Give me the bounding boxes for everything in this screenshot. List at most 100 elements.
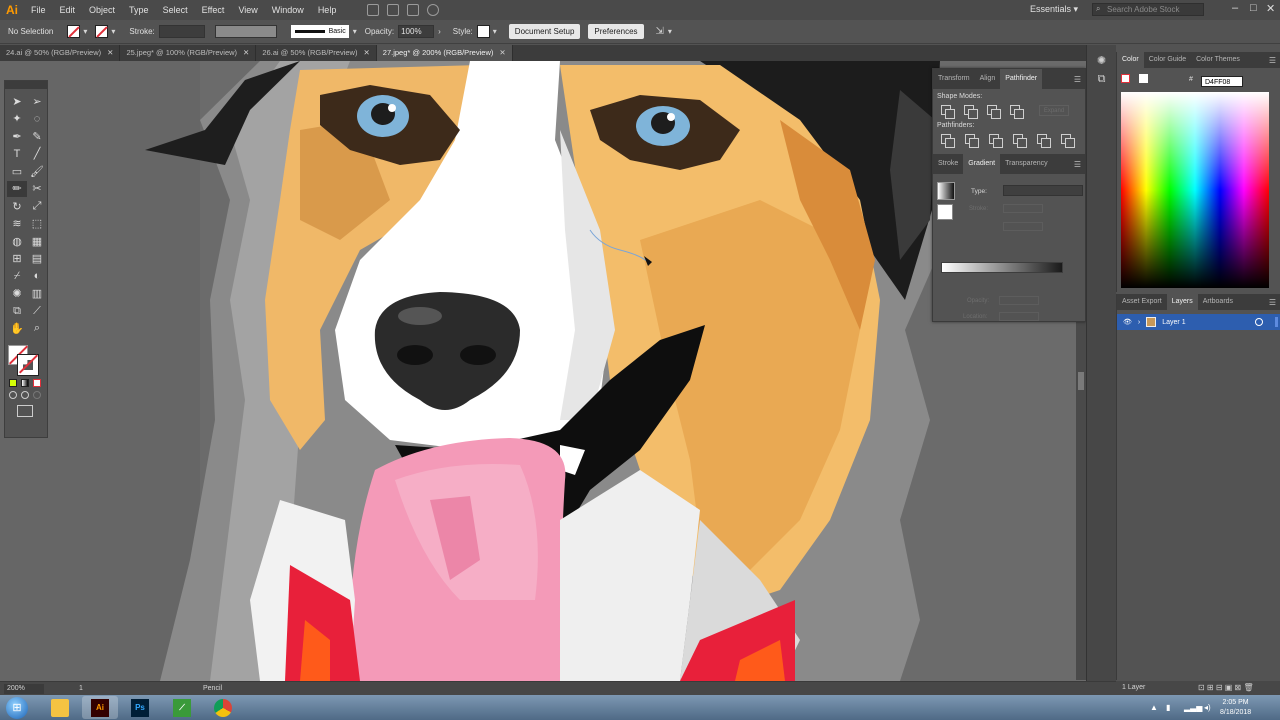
minus-back-icon[interactable] xyxy=(1061,134,1075,148)
menu-object[interactable]: Object xyxy=(82,0,122,20)
chevron-down-icon[interactable]: ▾ xyxy=(111,27,115,36)
rotate-tool-icon[interactable]: ↻ xyxy=(7,198,27,215)
chevron-right-icon[interactable]: › xyxy=(438,27,441,36)
eyedropper-tool-icon[interactable]: ⌿ xyxy=(7,268,27,285)
color-none-swatch[interactable] xyxy=(1121,74,1130,83)
chevron-down-icon[interactable]: ▾ xyxy=(353,27,357,36)
panel-menu-icon[interactable]: ☰ xyxy=(1074,75,1081,84)
hand-tool-icon[interactable]: ✋ xyxy=(7,321,27,338)
close-icon[interactable]: ✕ xyxy=(1266,2,1275,15)
menu-view[interactable]: View xyxy=(231,0,264,20)
chevron-right-icon[interactable]: › xyxy=(1138,319,1140,326)
magic-wand-tool-icon[interactable]: ✦ xyxy=(7,111,27,128)
stop-location-field[interactable] xyxy=(999,312,1039,321)
type-tool-icon[interactable]: T xyxy=(7,146,27,163)
tab-transparency[interactable]: Transparency xyxy=(1000,154,1053,174)
paintbrush-tool-icon[interactable]: 🖌 xyxy=(27,163,47,180)
taskbar-edge-animate[interactable]: ⟋ xyxy=(164,696,200,719)
none-mode-icon[interactable] xyxy=(33,379,41,387)
artboard-canvas[interactable] xyxy=(0,61,1086,681)
selection-tool-icon[interactable]: ➤ xyxy=(7,93,27,110)
gradient-type-select[interactable] xyxy=(1003,185,1083,196)
symbol-sprayer-tool-icon[interactable]: ✺ xyxy=(7,286,27,303)
divide-icon[interactable] xyxy=(941,134,955,148)
fill-swatch[interactable] xyxy=(67,25,81,38)
stock-icon[interactable] xyxy=(387,4,400,16)
hex-input[interactable]: D4FF08 xyxy=(1201,76,1243,87)
taskbar-illustrator[interactable]: Ai xyxy=(82,696,118,719)
zoom-field[interactable]: 200% xyxy=(4,684,44,694)
column-graph-tool-icon[interactable]: ▥ xyxy=(27,286,47,303)
menu-help[interactable]: Help xyxy=(311,0,344,20)
start-button[interactable]: ⊞ xyxy=(6,697,28,719)
panel-menu-icon[interactable]: ☰ xyxy=(1074,160,1081,169)
tools-panel-header[interactable] xyxy=(5,81,47,89)
menu-window[interactable]: Window xyxy=(265,0,311,20)
close-icon[interactable]: ✕ xyxy=(243,45,249,61)
perspective-grid-tool-icon[interactable]: ▦ xyxy=(27,233,47,250)
zoom-tool-icon[interactable]: ⌕ xyxy=(27,321,47,338)
tray-network-icon[interactable]: ▮ xyxy=(1166,703,1170,712)
tab-layers[interactable]: Layers xyxy=(1166,294,1198,310)
outline-icon[interactable] xyxy=(1037,134,1051,148)
eye-icon[interactable]: 👁 xyxy=(1123,318,1132,326)
fill-stroke-widget[interactable] xyxy=(5,343,47,379)
panel-menu-icon[interactable]: ☰ xyxy=(1269,298,1276,307)
gradient-slider[interactable] xyxy=(941,262,1063,273)
angle-field[interactable] xyxy=(1003,204,1043,213)
graphic-style-swatch[interactable] xyxy=(476,25,490,38)
tab-stroke[interactable]: Stroke xyxy=(933,154,963,174)
draw-behind-icon[interactable] xyxy=(21,391,29,399)
line-tool-icon[interactable]: ╱ xyxy=(27,146,47,163)
pen-tool-icon[interactable]: ✒ xyxy=(7,128,27,145)
slice-tool-icon[interactable]: ⟋ xyxy=(27,303,47,320)
chevron-down-icon[interactable]: ▾ xyxy=(668,27,672,36)
gradient-tool-icon[interactable]: ▤ xyxy=(27,251,47,268)
scrollbar-thumb[interactable] xyxy=(1078,372,1084,390)
arrange-documents-icon[interactable] xyxy=(407,4,420,16)
draw-normal-icon[interactable] xyxy=(9,391,17,399)
blend-tool-icon[interactable]: ◐ xyxy=(27,268,47,285)
layer-name[interactable]: Layer 1 xyxy=(1162,319,1185,326)
direct-selection-tool-icon[interactable]: ➢ xyxy=(27,93,47,110)
taskbar-explorer[interactable] xyxy=(42,696,78,719)
swatches-panel-icon[interactable]: ⧉ xyxy=(1095,72,1109,86)
lasso-tool-icon[interactable]: ◌ xyxy=(27,111,47,128)
tab-pathfinder[interactable]: Pathfinder xyxy=(1000,69,1043,89)
tab-24-ai[interactable]: 24.ai @ 50% (RGB/Preview) ✕ xyxy=(0,45,121,61)
color-panel-icon[interactable]: ✺ xyxy=(1095,54,1109,68)
mesh-tool-icon[interactable]: ⊞ xyxy=(7,251,27,268)
tab-27-jpeg[interactable]: 27.jpeg* @ 200% (RGB/Preview) ✕ xyxy=(376,45,513,61)
stop-opacity-field[interactable] xyxy=(999,296,1039,305)
shape-builder-tool-icon[interactable]: ◍ xyxy=(7,233,27,250)
tab-transform[interactable]: Transform xyxy=(933,69,975,89)
workspace-switcher[interactable]: Essentials ▾ xyxy=(1030,4,1078,15)
opacity-field[interactable]: 100% xyxy=(398,25,435,38)
maximize-icon[interactable]: □ xyxy=(1250,2,1257,14)
chevron-down-icon[interactable]: ▾ xyxy=(83,27,87,36)
gradient-mode-icon[interactable] xyxy=(21,379,29,387)
panel-menu-icon[interactable]: ☰ xyxy=(1269,56,1276,65)
expand-button[interactable]: Expand xyxy=(1039,105,1069,116)
stroke-weight-field[interactable] xyxy=(158,25,205,38)
trim-icon[interactable] xyxy=(965,134,979,148)
stroke-none-swatch[interactable] xyxy=(17,354,39,376)
crop-icon[interactable] xyxy=(1013,134,1027,148)
preferences-button[interactable]: Preferences xyxy=(588,24,644,39)
taskbar-clock[interactable]: 2:05 PM 8/18/2018 xyxy=(1220,698,1251,718)
document-setup-button[interactable]: Document Setup xyxy=(508,24,581,39)
tab-color[interactable]: Color xyxy=(1117,52,1144,68)
curvature-tool-icon[interactable]: ✎ xyxy=(27,128,47,145)
rectangle-tool-icon[interactable]: ▭ xyxy=(7,163,27,180)
stroke-swatch[interactable] xyxy=(95,25,109,38)
tab-color-guide[interactable]: Color Guide xyxy=(1144,52,1191,68)
gradient-fill-stroke-icon[interactable] xyxy=(937,204,953,220)
taskbar-photoshop[interactable]: Ps xyxy=(122,696,158,719)
color-white-swatch[interactable] xyxy=(1139,74,1148,83)
layers-footer-icons[interactable]: ⊡ ⊞ ⊟ ▣ ⊠ 🗑 xyxy=(1198,681,1254,695)
aspect-ratio-field[interactable] xyxy=(1003,222,1043,231)
color-spectrum[interactable] xyxy=(1121,92,1269,288)
tray-volume-icon[interactable]: ◂) xyxy=(1204,703,1211,712)
scale-tool-icon[interactable]: ⤢ xyxy=(27,198,47,215)
menu-type[interactable]: Type xyxy=(122,0,156,20)
